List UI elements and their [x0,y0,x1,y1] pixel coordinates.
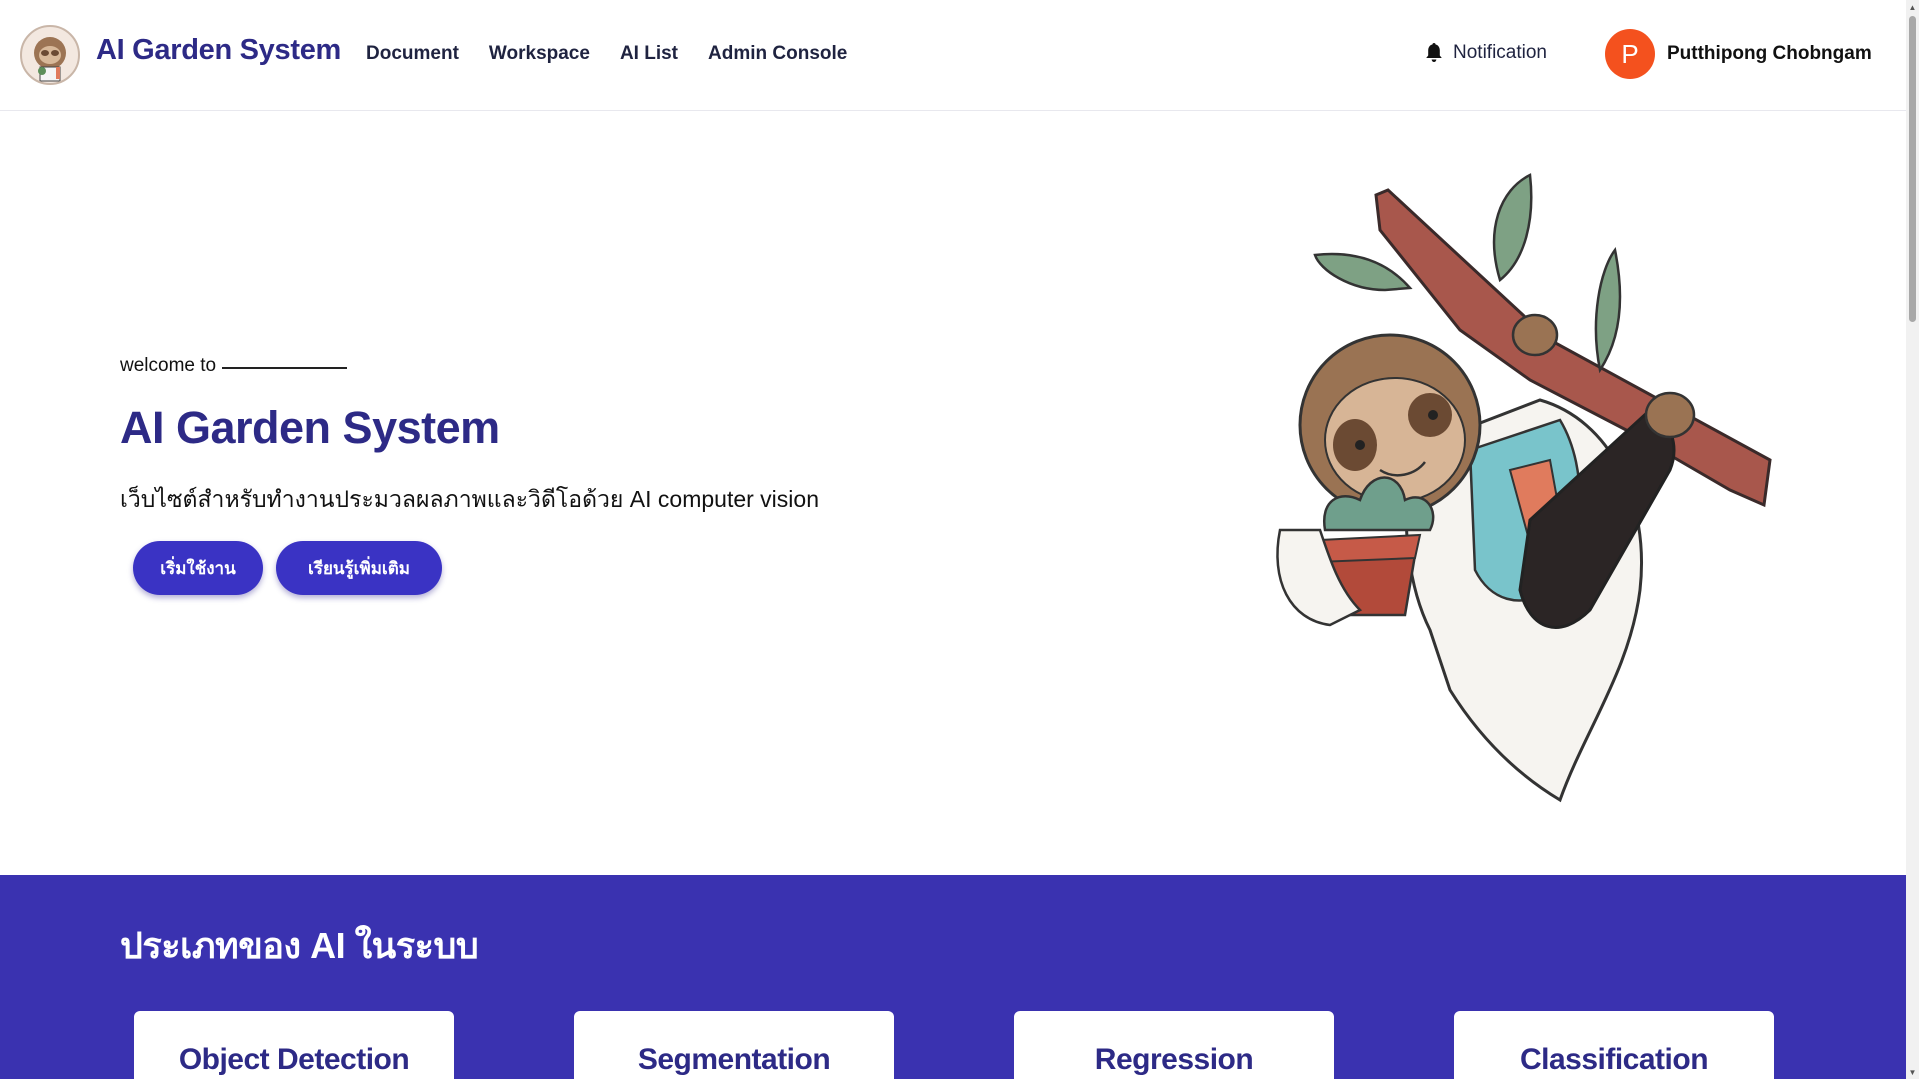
brand-name[interactable]: AI Garden System [96,34,341,67]
welcome-label: welcome to [120,355,217,376]
card-title: Classification [1519,1043,1709,1076]
nav-item-document[interactable]: Document [366,43,459,65]
card-title: Segmentation [637,1043,831,1076]
ai-type-card-classification[interactable]: Classification [1454,1011,1774,1079]
ai-type-card-regression[interactable]: Regression [1014,1011,1334,1079]
main-nav: Document Workspace AI List Admin Console [366,43,847,65]
scroll-thumb[interactable] [1909,16,1916,322]
card-title: Object Detection [178,1043,410,1076]
card-title: Regression [1094,1043,1254,1076]
nav-item-admin-console[interactable]: Admin Console [708,43,847,65]
welcome-divider [222,367,348,369]
user-menu[interactable]: P Putthipong Chobngam [1605,29,1872,79]
ai-types-title: ประเภทของ AI ในระบบ [120,925,479,966]
hero-title: AI Garden System [120,402,500,453]
learn-more-button[interactable]: เรียนรู้เพิ่มเติม [276,541,442,595]
notification-button[interactable]: Notification [1425,42,1547,64]
ai-type-card-segmentation[interactable]: Segmentation [574,1011,894,1079]
scroll-down-arrow-icon[interactable]: ▼ [1906,1065,1919,1079]
hero-subtitle: เว็บไซต์สำหรับทำงานประมวลผลภาพและวิดีโอด… [120,486,819,512]
page-scrollbar[interactable]: ▲ ▼ [1906,0,1919,1079]
user-name: Putthipong Chobngam [1667,43,1872,64]
notification-label: Notification [1453,42,1547,63]
scroll-up-arrow-icon[interactable]: ▲ [1906,0,1919,14]
top-navbar: AI Garden System Document Workspace AI L… [0,0,1906,111]
avatar: P [1605,29,1655,79]
nav-item-workspace[interactable]: Workspace [489,43,590,65]
page: AI Garden System Document Workspace AI L… [0,0,1906,1079]
bell-icon [1426,43,1442,62]
welcome-text: welcome to [120,355,348,377]
brand-logo[interactable] [20,25,80,85]
sloth-scientist-illustration [1276,173,1772,803]
start-button[interactable]: เริ่มใช้งาน [133,541,263,595]
nav-item-ai-list[interactable]: AI List [620,43,678,65]
ai-type-card-object-detection[interactable]: Object Detection [134,1011,454,1079]
ai-types-section: ประเภทของ AI ในระบบ Object Detection Seg… [0,875,1906,1079]
